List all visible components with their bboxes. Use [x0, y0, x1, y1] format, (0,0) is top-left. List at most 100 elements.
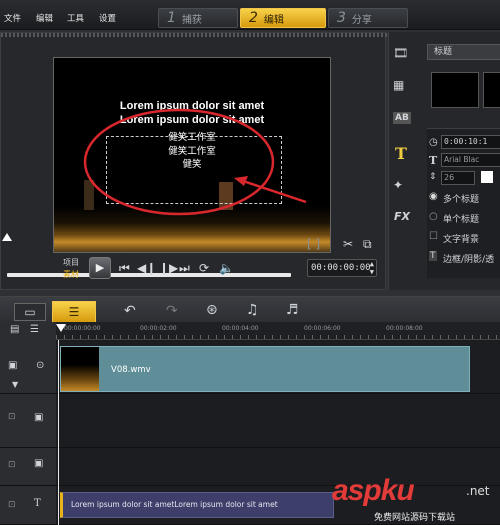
tab-share-number: 3 — [337, 10, 346, 26]
font-size-select[interactable]: 26 — [441, 171, 475, 185]
preview-panel: Lorem ipsum dolor sit amet Lorem ipsum d… — [0, 32, 387, 290]
mode-clip-label[interactable]: 素材 — [63, 269, 79, 280]
font-size-icon: ⇕ — [429, 172, 437, 182]
copy-icon[interactable]: ⧉ — [363, 237, 372, 252]
lock-icon[interactable]: ⊡ — [8, 412, 16, 422]
timecode-field[interactable]: 00:00:00:00 ▲ ▼ — [307, 259, 377, 277]
ab-transition-icon[interactable]: AB — [393, 112, 411, 124]
font-size-value: 26 — [444, 173, 455, 182]
ruler-ticks — [56, 335, 500, 339]
cut-icon[interactable]: ✂ — [343, 237, 353, 251]
ruler-tick: 00:00:00:00 — [64, 325, 101, 332]
transition-icon[interactable]: ▦ — [393, 78, 404, 92]
redo-icon[interactable]: ↷ — [166, 303, 178, 319]
pointer-arrow-line — [239, 178, 307, 204]
checkbox-bg-icon[interactable]: ☐ — [429, 231, 438, 242]
graphics-icon[interactable]: ✦ — [393, 178, 403, 192]
radio-multi-icon[interactable]: ◉ — [429, 191, 438, 202]
menu-settings[interactable]: 设置 — [99, 12, 116, 24]
timeline-ruler[interactable]: 00:00:00:00 00:00:02:00 00:00:04:00 00:0… — [56, 322, 500, 340]
highlight-ellipse — [83, 108, 275, 216]
overlay-track-icon[interactable]: ▣ — [34, 458, 43, 469]
ruler-tick: 00:00:02:00 — [140, 325, 177, 332]
watermark-brand: aspku — [332, 474, 415, 507]
track-video[interactable]: V08.wmv — [56, 340, 500, 394]
font-color-swatch[interactable] — [481, 171, 493, 183]
menu-edit[interactable]: 编辑 — [36, 12, 53, 24]
chapter-icon[interactable]: ☰ — [30, 324, 39, 335]
play-button[interactable]: ▶ — [89, 257, 111, 279]
title-clip-text: Lorem ipsum dolor sit ametLorem ipsum do… — [71, 500, 278, 509]
title-track-icon[interactable]: T — [34, 498, 41, 509]
track-head-title: ⊡ T — [0, 486, 56, 525]
ruler-tick: 00:00:04:00 — [222, 325, 259, 332]
tab-edit-number: 2 — [249, 10, 258, 26]
fx-filter-icon[interactable]: FX — [394, 210, 410, 223]
storyboard-view-button[interactable]: ▭ — [14, 303, 46, 321]
watermark-subtitle: 免费网站源码下载站 — [374, 513, 456, 523]
menu-tools[interactable]: 工具 — [67, 12, 84, 24]
ruler-tick: 00:00:06:00 — [304, 325, 341, 332]
next-frame-icon[interactable]: ❙▶ — [159, 261, 178, 275]
radio-single-icon[interactable]: ○ — [429, 211, 438, 222]
font-select[interactable]: Arial Blac — [441, 153, 500, 167]
tab-share[interactable]: 3 分享 — [328, 8, 408, 28]
audio-mixer-icon[interactable]: ♫ — [246, 302, 259, 318]
trim-bracket-icon[interactable]: [ ] — [307, 237, 320, 251]
tab-edit[interactable]: 2 编辑 — [240, 8, 326, 28]
pointer-arrow-head — [234, 176, 248, 186]
panel-grip[interactable] — [1, 33, 387, 37]
title-clip[interactable]: Lorem ipsum dolor sit ametLorem ipsum do… — [60, 492, 334, 518]
prev-frame-icon[interactable]: ◀❙ — [137, 261, 156, 275]
expand-track-icon[interactable]: ▼ — [12, 380, 18, 389]
mode-project-label[interactable]: 项目 — [63, 257, 79, 268]
scrub-start-marker[interactable] — [2, 233, 12, 241]
playhead-line — [58, 340, 59, 525]
category-select-value: 标题 — [434, 47, 453, 57]
ruler-tick: 00:00:08:00 — [386, 325, 423, 332]
volume-icon[interactable]: 🔈 — [219, 261, 234, 275]
overlay-track-icon[interactable]: ▣ — [34, 412, 43, 423]
title-tool-icon[interactable]: T — [395, 144, 407, 163]
go-end-icon[interactable]: ⏭ — [179, 261, 190, 276]
tab-edit-label: 编辑 — [263, 14, 284, 26]
go-start-icon[interactable]: ⏮ — [119, 261, 130, 276]
track-manager-icon[interactable]: ▤ — [10, 324, 19, 335]
video-preview[interactable]: Lorem ipsum dolor sit amet Lorem ipsum d… — [53, 57, 331, 253]
title-thumbnail-1[interactable] — [431, 72, 479, 108]
title-thumbnail-2[interactable] — [483, 72, 500, 108]
tab-capture-number: 1 — [167, 10, 176, 26]
timecode-stepper-icon[interactable]: ▲ ▼ — [370, 260, 374, 276]
duration-field[interactable]: 0:00:10:1 — [441, 135, 500, 149]
option-single-title[interactable]: 单个标题 — [443, 212, 479, 225]
option-border-shadow[interactable]: 边框/阴影/透 — [443, 252, 494, 265]
border-shadow-icon[interactable]: T — [429, 251, 437, 261]
video-clip-name: V08.wmv — [111, 365, 151, 375]
media-library-icon[interactable]: 🎞 — [393, 46, 408, 60]
repeat-icon[interactable]: ⟳ — [199, 261, 209, 275]
font-select-value: Arial Blac — [444, 155, 480, 164]
option-text-background[interactable]: 文字背景 — [443, 232, 479, 245]
lock-icon[interactable]: ⊡ — [8, 460, 16, 470]
menu-bar: 文件 编辑 工具 设置 1 捕获 2 编辑 3 分享 — [0, 0, 500, 30]
video-clip-thumbnail — [61, 347, 99, 391]
option-multi-title[interactable]: 多个标题 — [443, 192, 479, 205]
video-track-icon[interactable]: ▣ — [8, 360, 17, 371]
title-options: ◷ 0:00:10:1 T Arial Blac ⇕ 26 ◉ 多个标题 ○ 单… — [427, 128, 500, 278]
video-clip[interactable]: V08.wmv — [60, 346, 470, 392]
menu-file[interactable]: 文件 — [4, 12, 21, 24]
timeline-view-button[interactable]: ☰ — [52, 301, 96, 323]
category-select[interactable]: 标题 — [427, 44, 500, 60]
undo-icon[interactable]: ↶ — [124, 303, 136, 319]
tab-capture-label: 捕获 — [181, 14, 202, 26]
lock-icon[interactable]: ⊡ — [8, 500, 16, 510]
duration-value: 0:00:10:1 — [444, 137, 488, 146]
record-capture-icon[interactable]: ⊛ — [206, 302, 218, 318]
tab-capture[interactable]: 1 捕获 — [158, 8, 238, 28]
track-visibility-icon[interactable]: ⊙ — [36, 360, 44, 371]
watermark-tld: .net — [466, 484, 490, 498]
auto-music-icon[interactable]: ♬ — [286, 302, 299, 318]
track-head-video: ▣ ⊙ ▼ — [0, 340, 56, 394]
track-overlay[interactable] — [56, 394, 500, 448]
clock-icon: ◷ — [429, 137, 438, 148]
